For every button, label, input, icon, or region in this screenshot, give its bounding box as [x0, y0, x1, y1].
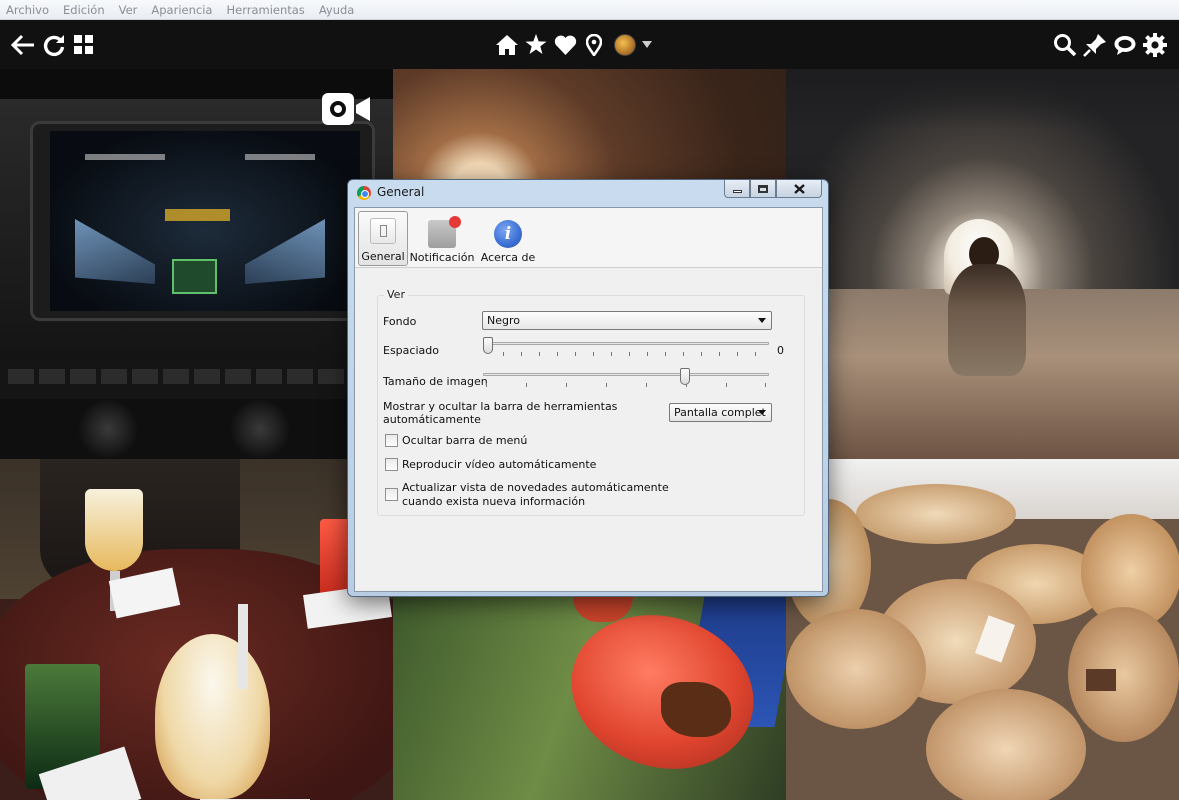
- dialog-body: General Notificación i Acerca de Ver Fon…: [354, 207, 823, 592]
- photo-tile-cave-girl[interactable]: [786, 69, 1179, 459]
- maximize-icon: [758, 184, 768, 193]
- back-arrow-icon[interactable]: [10, 20, 36, 69]
- notification-icon: [428, 216, 461, 248]
- photo-tile-cookies[interactable]: [786, 459, 1179, 800]
- actualizar-vista-label-line2: cuando exista nueva información: [402, 495, 586, 508]
- actualizar-vista-checkbox[interactable]: [385, 488, 398, 501]
- video-camera-icon: [322, 91, 370, 127]
- close-icon: [793, 183, 805, 194]
- tab-general-label: General: [361, 250, 405, 263]
- menu-ayuda[interactable]: Ayuda: [319, 3, 355, 17]
- profile-avatar[interactable]: [612, 20, 638, 69]
- grid-view-icon[interactable]: [72, 20, 94, 69]
- refresh-icon[interactable]: [41, 20, 67, 69]
- tab-general[interactable]: General: [358, 211, 408, 266]
- chevron-down-icon[interactable]: [640, 20, 654, 69]
- minimize-button[interactable]: [724, 180, 750, 198]
- tab-acerca-de[interactable]: i Acerca de: [479, 211, 537, 266]
- menu-ver[interactable]: Ver: [119, 3, 138, 17]
- menu-archivo[interactable]: Archivo: [6, 3, 49, 17]
- chevron-down-icon: [758, 410, 766, 415]
- actualizar-vista-label-line1: Actualizar vista de novedades automática…: [402, 481, 669, 494]
- espaciado-slider-thumb[interactable]: [483, 337, 493, 354]
- app-logo-icon: [357, 186, 371, 200]
- toolbar: [0, 20, 1179, 69]
- home-icon[interactable]: [494, 20, 520, 69]
- fondo-select[interactable]: Negro: [482, 311, 772, 330]
- espaciado-label: Espaciado: [383, 344, 439, 357]
- fondo-label: Fondo: [383, 315, 417, 328]
- pin-icon[interactable]: [1082, 20, 1108, 69]
- photo-tile-drinks[interactable]: [0, 459, 393, 800]
- minimize-icon: [732, 190, 742, 193]
- menu-apariencia[interactable]: Apariencia: [151, 3, 212, 17]
- tamano-slider-thumb[interactable]: [680, 368, 690, 385]
- chevron-down-icon: [758, 318, 766, 323]
- toolbar-toggle-label-line1: Mostrar y ocultar la barra de herramient…: [383, 400, 618, 413]
- tab-acerca-de-label: Acerca de: [480, 251, 536, 264]
- search-icon[interactable]: [1052, 20, 1078, 69]
- close-button[interactable]: [776, 180, 822, 198]
- settings-tabs: General Notificación i Acerca de: [355, 208, 822, 268]
- menu-bar: Archivo Edición Ver Apariencia Herramien…: [0, 0, 1179, 20]
- menu-herramientas[interactable]: Herramientas: [226, 3, 304, 17]
- maximize-button[interactable]: [750, 180, 776, 198]
- photo-tile-arcade[interactable]: [0, 69, 393, 459]
- tamano-label: Tamaño de imagen: [383, 375, 488, 388]
- settings-dialog: General General Notificación i Acerca de…: [347, 179, 829, 597]
- ocultar-menu-label: Ocultar barra de menú: [402, 434, 528, 447]
- heart-icon[interactable]: [552, 20, 578, 69]
- fondo-value: Negro: [487, 314, 520, 327]
- star-icon[interactable]: [524, 20, 548, 69]
- toolbar-mode-value: Pantalla complet: [674, 406, 766, 419]
- chat-icon[interactable]: [1112, 20, 1138, 69]
- location-pin-icon[interactable]: [584, 20, 604, 69]
- toolbar-toggle-label-line2: automáticamente: [383, 413, 481, 426]
- espaciado-slider[interactable]: [483, 337, 769, 359]
- tamano-slider[interactable]: [483, 368, 769, 390]
- tab-notificacion[interactable]: Notificación: [409, 211, 475, 266]
- photo-tile-red-cookie[interactable]: [393, 597, 786, 800]
- toolbar-mode-select[interactable]: Pantalla complet: [669, 403, 772, 422]
- ver-group-title: Ver: [384, 288, 408, 301]
- reproducir-video-label: Reproducir vídeo automáticamente: [402, 458, 597, 471]
- ocultar-menu-checkbox[interactable]: [385, 434, 398, 447]
- menu-edicion[interactable]: Edición: [63, 3, 105, 17]
- gear-icon[interactable]: [1142, 20, 1168, 69]
- info-icon: i: [494, 220, 522, 248]
- espaciado-value: 0: [777, 344, 784, 357]
- general-switch-icon: [370, 218, 396, 244]
- window-controls: [724, 180, 822, 198]
- tab-notificacion-label: Notificación: [409, 251, 475, 264]
- dialog-title: General: [377, 185, 425, 199]
- reproducir-video-checkbox[interactable]: [385, 458, 398, 471]
